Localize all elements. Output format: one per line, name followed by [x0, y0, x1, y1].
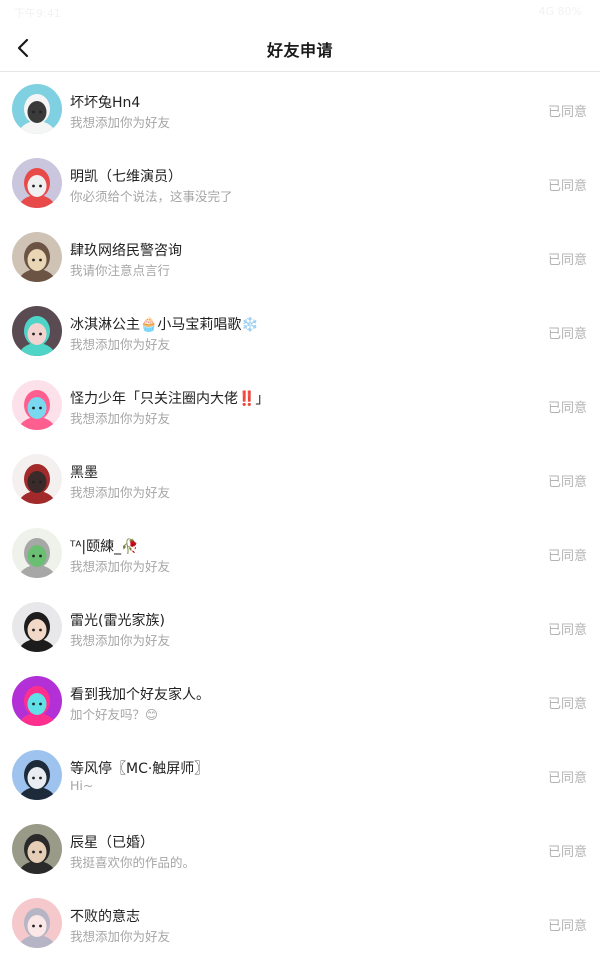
request-message: 加个好友吗？😊 — [70, 707, 159, 722]
friend-request-item[interactable]: 等风停〖MC·触屏师〗 Hi~ 已同意 — [0, 738, 600, 812]
request-status-label: 已同意 — [547, 253, 587, 268]
friend-request-item[interactable]: 肆玖网络民警咨询 我请你注意点言行 已同意 — [0, 220, 600, 294]
request-status-label: 已同意 — [547, 401, 587, 416]
avatar[interactable] — [12, 380, 62, 430]
request-status-label: 已同意 — [547, 327, 587, 342]
request-message: 我想添加你为好友 — [70, 337, 171, 352]
requester-name: 坏坏兔Hn4 — [70, 95, 141, 111]
request-status-label: 已同意 — [547, 771, 587, 786]
avatar-image — [12, 454, 62, 504]
avatar[interactable] — [12, 824, 62, 874]
status-bar: 下午9:41 4G 80% — [0, 0, 600, 24]
friend-request-item[interactable]: 坏坏兔Hn4 我想添加你为好友 已同意 — [0, 72, 600, 146]
request-message: 我想添加你为好友 — [70, 485, 171, 500]
friend-request-item[interactable]: 冰淇淋公主🧁小马宝莉唱歌❄️ 我想添加你为好友 已同意 — [0, 294, 600, 368]
request-status-label: 已同意 — [547, 549, 587, 564]
avatar[interactable] — [12, 232, 62, 282]
avatar-image — [12, 158, 62, 208]
friend-request-list: 坏坏兔Hn4 我想添加你为好友 已同意 明凯（七维演员） 你必须给个说法，这事没… — [0, 72, 600, 960]
page-title: 好友申请 — [266, 41, 333, 60]
request-message: Hi~ — [70, 778, 94, 793]
avatar-image — [12, 676, 62, 726]
avatar[interactable] — [12, 454, 62, 504]
requester-name: ᵀᴬ|颐練_🥀 — [70, 539, 139, 555]
request-status-label: 已同意 — [547, 697, 587, 712]
avatar-image — [12, 306, 62, 356]
status-indicators: 4G 80% — [538, 5, 582, 18]
requester-name: 明凯（七维演员） — [70, 169, 182, 185]
request-status-label: 已同意 — [547, 475, 587, 490]
requester-name: 肆玖网络民警咨询 — [70, 243, 182, 259]
requester-name: 不败的意志 — [70, 909, 140, 925]
request-status-label: 已同意 — [547, 179, 587, 194]
avatar-image — [12, 898, 62, 948]
request-message: 我想添加你为好友 — [70, 115, 171, 130]
request-message: 我想添加你为好友 — [70, 559, 171, 574]
avatar[interactable] — [12, 306, 62, 356]
avatar[interactable] — [12, 750, 62, 800]
request-status-label: 已同意 — [547, 105, 587, 120]
requester-name: 怪力少年「只关注圈内大佬‼️」 — [70, 391, 270, 407]
request-message: 我想添加你为好友 — [70, 411, 171, 426]
requester-name: 冰淇淋公主🧁小马宝莉唱歌❄️ — [70, 317, 259, 333]
friend-request-item[interactable]: 明凯（七维演员） 你必须给个说法，这事没完了 已同意 — [0, 146, 600, 220]
friend-request-item[interactable]: 看到我加个好友家人。 加个好友吗？😊 已同意 — [0, 664, 600, 738]
nav-bar: 好友申请 — [0, 24, 600, 72]
request-status-label: 已同意 — [547, 623, 587, 638]
avatar-image — [12, 380, 62, 430]
avatar[interactable] — [12, 158, 62, 208]
friend-request-item[interactable]: 不败的意志 我想添加你为好友 已同意 — [0, 886, 600, 960]
avatar[interactable] — [12, 602, 62, 652]
avatar-image — [12, 528, 62, 578]
requester-name: 看到我加个好友家人。 — [70, 687, 210, 703]
request-message: 你必须给个说法，这事没完了 — [70, 189, 233, 204]
requester-name: 黑墨 — [70, 465, 98, 481]
request-message: 我想添加你为好友 — [70, 633, 171, 648]
avatar-image — [12, 750, 62, 800]
requester-name: 雷光(雷光家族) — [70, 613, 165, 629]
avatar[interactable] — [12, 676, 62, 726]
request-status-label: 已同意 — [547, 919, 587, 934]
avatar-image — [12, 232, 62, 282]
avatar-image — [12, 824, 62, 874]
requester-name: 辰星（已婚） — [70, 835, 154, 851]
status-time: 下午9:41 — [14, 7, 61, 20]
friend-request-item[interactable]: 黑墨 我想添加你为好友 已同意 — [0, 442, 600, 516]
request-message: 我挺喜欢你的作品的。 — [70, 855, 196, 870]
friend-request-item[interactable]: 怪力少年「只关注圈内大佬‼️」 我想添加你为好友 已同意 — [0, 368, 600, 442]
avatar-image — [12, 84, 62, 134]
requester-name: 等风停〖MC·触屏师〗 — [70, 761, 209, 777]
request-status-label: 已同意 — [547, 845, 587, 860]
avatar-image — [12, 602, 62, 652]
avatar[interactable] — [12, 528, 62, 578]
avatar[interactable] — [12, 898, 62, 948]
request-message: 我请你注意点言行 — [70, 263, 171, 278]
friend-request-item[interactable]: ᵀᴬ|颐練_🥀 我想添加你为好友 已同意 — [0, 516, 600, 590]
friend-request-item[interactable]: 雷光(雷光家族) 我想添加你为好友 已同意 — [0, 590, 600, 664]
avatar[interactable] — [12, 84, 62, 134]
friend-request-item[interactable]: 辰星（已婚） 我挺喜欢你的作品的。 已同意 — [0, 812, 600, 886]
request-message: 我想添加你为好友 — [70, 929, 171, 944]
